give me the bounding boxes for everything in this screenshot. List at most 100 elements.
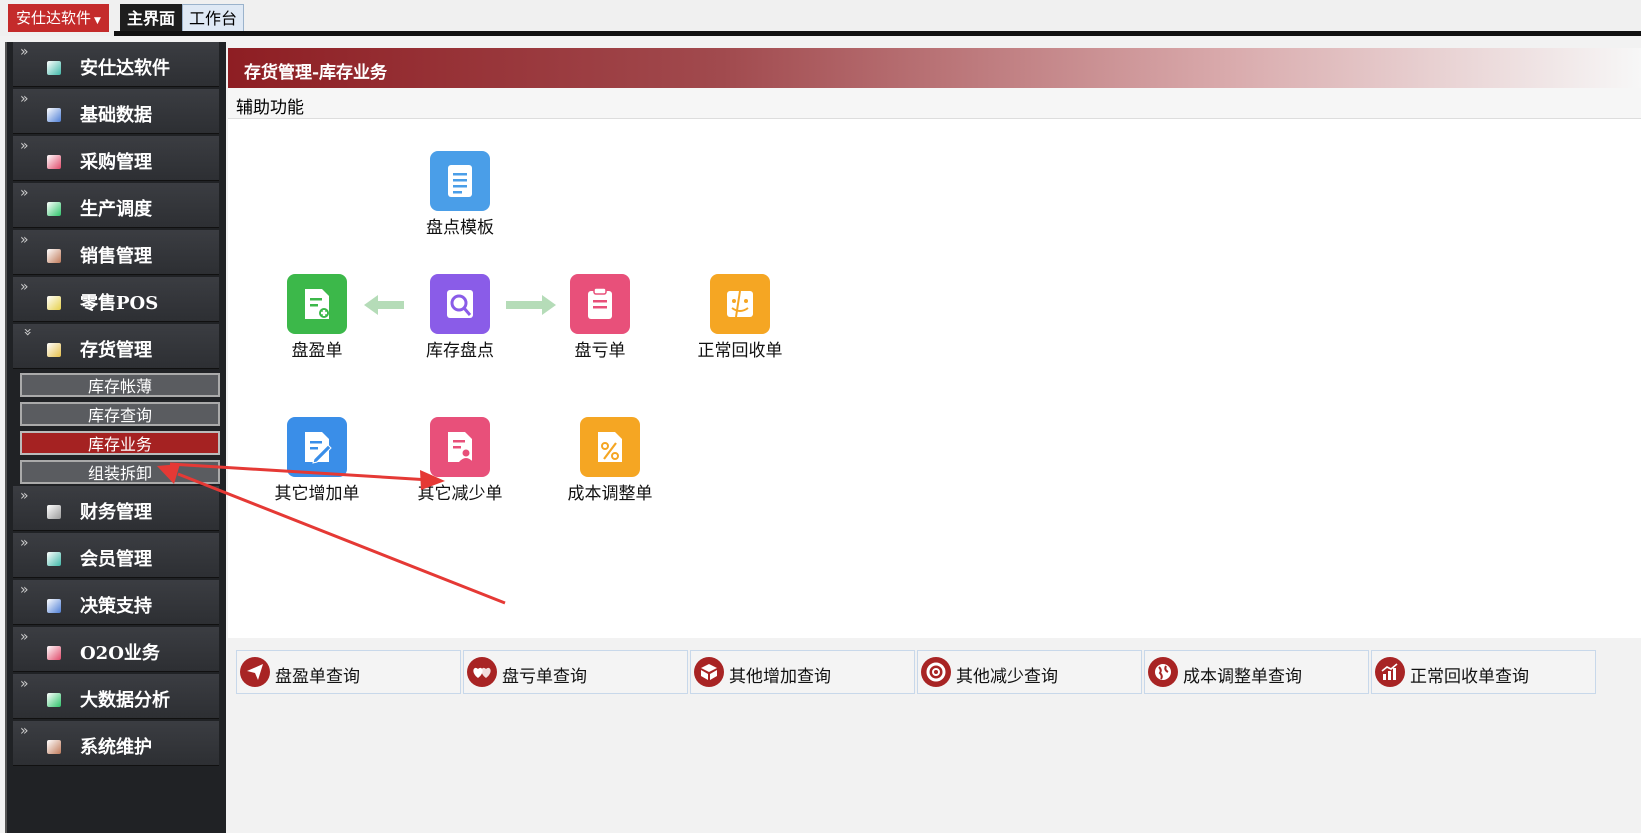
expand-icon: » xyxy=(20,232,29,248)
menu-square-icon xyxy=(47,552,61,566)
brand-label: 安仕达软件 xyxy=(16,9,92,27)
top-bar: 安仕达软件 ▼ 主界面 工作台 xyxy=(0,0,1641,36)
aux-bar: 辅助功能 xyxy=(228,88,1641,119)
flow-template[interactable]: 盘点模板 xyxy=(400,151,520,238)
percent-doc-icon xyxy=(580,417,640,477)
query-gain-button[interactable]: 盘盈单查询 xyxy=(236,650,461,694)
caret-down-icon: ▼ xyxy=(94,16,101,26)
menu-square-icon xyxy=(47,693,61,707)
flow-other-add[interactable]: 其它增加单 xyxy=(257,417,377,504)
paper-plane-icon xyxy=(240,657,270,687)
menu-square-icon xyxy=(47,202,61,216)
clipboard-icon xyxy=(570,274,630,334)
flow-stock-count[interactable]: 库存盘点 xyxy=(400,274,520,361)
flow-label: 其它减少单 xyxy=(417,484,503,504)
sidebar: » 安仕达软件 » 基础数据 » 采购管理 » 生产调度 » 销售管理 » 零售POS » 存… xyxy=(5,42,226,833)
flow-recycle[interactable]: 正常回收单 xyxy=(680,274,800,361)
sidebar-item-basic-data[interactable]: » 基础数据 xyxy=(13,89,219,134)
menu-square-icon xyxy=(47,505,61,519)
menu-square-icon xyxy=(47,343,61,357)
content-panel: 存货管理-库存业务 辅助功能 盘点模板 盘盈单 库存盘点 盘亏单 正常回收单 其… xyxy=(228,48,1641,833)
sidebar-item-production[interactable]: » 生产调度 xyxy=(13,183,219,228)
face-icon xyxy=(710,274,770,334)
collapse-icon: » xyxy=(19,327,36,337)
sub-item-assembly[interactable]: 组装拆卸 xyxy=(20,460,220,484)
flow-canvas: 盘点模板 盘盈单 库存盘点 盘亏单 正常回收单 其它增加单 其它减少单 成本调整… xyxy=(228,119,1641,705)
menu-square-icon xyxy=(47,740,61,754)
flow-label: 盘点模板 xyxy=(426,218,494,238)
sidebar-item-member[interactable]: » 会员管理 xyxy=(13,533,219,578)
query-cost-adjust-button[interactable]: 成本调整单查询 xyxy=(1144,650,1369,694)
menu-square-icon xyxy=(47,296,61,310)
aux-label: 辅助功能 xyxy=(236,98,304,118)
menu-square-icon xyxy=(47,155,61,169)
menu-square-icon xyxy=(47,249,61,263)
arrow-right-icon xyxy=(506,295,556,315)
expand-icon: » xyxy=(20,44,29,60)
expand-icon: » xyxy=(20,279,29,295)
box-icon xyxy=(694,657,724,687)
sidebar-item-label: 安仕达软件 xyxy=(80,58,170,79)
page-title-bar: 存货管理-库存业务 xyxy=(228,48,1641,88)
sidebar-item-label: 决策支持 xyxy=(80,596,152,617)
query-recycle-button[interactable]: 正常回收单查询 xyxy=(1371,650,1596,694)
sub-item-query[interactable]: 库存查询 xyxy=(20,402,220,426)
hearts-icon xyxy=(467,657,497,687)
lifebuoy-icon xyxy=(921,657,951,687)
query-other-add-button[interactable]: 其他增加查询 xyxy=(690,650,915,694)
magnifier-icon xyxy=(430,274,490,334)
expand-icon: » xyxy=(20,138,29,154)
sidebar-item-label: 基础数据 xyxy=(80,105,152,126)
query-bar: 盘盈单查询 盘亏单查询 其他增加查询 其他减少查询 成本调整单查询 正常回收单查… xyxy=(228,638,1641,833)
doc-user-icon xyxy=(430,417,490,477)
query-other-sub-button[interactable]: 其他减少查询 xyxy=(917,650,1142,694)
expand-icon: » xyxy=(20,185,29,201)
sidebar-item-label: 采购管理 xyxy=(80,152,152,173)
sidebar-item-finance[interactable]: » 财务管理 xyxy=(13,486,219,531)
query-label: 正常回收单查询 xyxy=(1410,667,1529,687)
flow-label: 库存盘点 xyxy=(426,341,494,361)
sidebar-item-decision[interactable]: » 决策支持 xyxy=(13,580,219,625)
globe-icon xyxy=(1148,657,1178,687)
menu-square-icon xyxy=(47,61,61,75)
arrow-left-icon xyxy=(364,295,404,315)
sub-item-business[interactable]: 库存业务 xyxy=(20,431,220,455)
brand-menu-button[interactable]: 安仕达软件 ▼ xyxy=(8,4,109,32)
flow-label: 成本调整单 xyxy=(567,484,653,504)
sidebar-item-label: 销售管理 xyxy=(80,246,152,267)
query-label: 盘盈单查询 xyxy=(275,667,360,687)
sub-item-ledger[interactable]: 库存帐薄 xyxy=(20,373,220,397)
query-label: 其他增加查询 xyxy=(729,667,831,687)
expand-icon: » xyxy=(20,676,29,692)
expand-icon: » xyxy=(20,91,29,107)
flow-loss[interactable]: 盘亏单 xyxy=(540,274,660,361)
flow-gain[interactable]: 盘盈单 xyxy=(257,274,377,361)
tab-workbench[interactable]: 工作台 xyxy=(182,4,245,33)
sidebar-item-bigdata[interactable]: » 大数据分析 xyxy=(13,674,219,719)
flow-label: 盘盈单 xyxy=(291,341,343,361)
sidebar-item-inventory[interactable]: » 存货管理 xyxy=(13,324,219,369)
query-loss-button[interactable]: 盘亏单查询 xyxy=(463,650,688,694)
sidebar-item-sales[interactable]: » 销售管理 xyxy=(13,230,219,275)
sidebar-item-label: 零售POS xyxy=(80,293,159,314)
sidebar-item-label: 会员管理 xyxy=(80,549,152,570)
sidebar-item-o2o[interactable]: » O2O业务 xyxy=(13,627,219,672)
flow-other-sub[interactable]: 其它减少单 xyxy=(400,417,520,504)
flow-cost-adjust[interactable]: 成本调整单 xyxy=(550,417,670,504)
query-label: 成本调整单查询 xyxy=(1183,667,1302,687)
menu-square-icon xyxy=(47,646,61,660)
tab-main[interactable]: 主界面 xyxy=(120,4,183,33)
sidebar-item-purchase[interactable]: » 采购管理 xyxy=(13,136,219,181)
sidebar-item-label: 生产调度 xyxy=(80,199,152,220)
menu-square-icon xyxy=(47,599,61,613)
menu-square-icon xyxy=(47,108,61,122)
sidebar-item-system[interactable]: » 系统维护 xyxy=(13,721,219,766)
tab-underline xyxy=(114,31,1641,36)
sidebar-item-pos[interactable]: » 零售POS xyxy=(13,277,219,322)
query-label: 盘亏单查询 xyxy=(502,667,587,687)
flow-label: 盘亏单 xyxy=(574,341,626,361)
query-label: 其他减少查询 xyxy=(956,667,1058,687)
sidebar-item-label: O2O业务 xyxy=(80,643,160,664)
sidebar-item-label: 系统维护 xyxy=(80,737,152,758)
sidebar-item-ansida[interactable]: » 安仕达软件 xyxy=(13,42,219,87)
